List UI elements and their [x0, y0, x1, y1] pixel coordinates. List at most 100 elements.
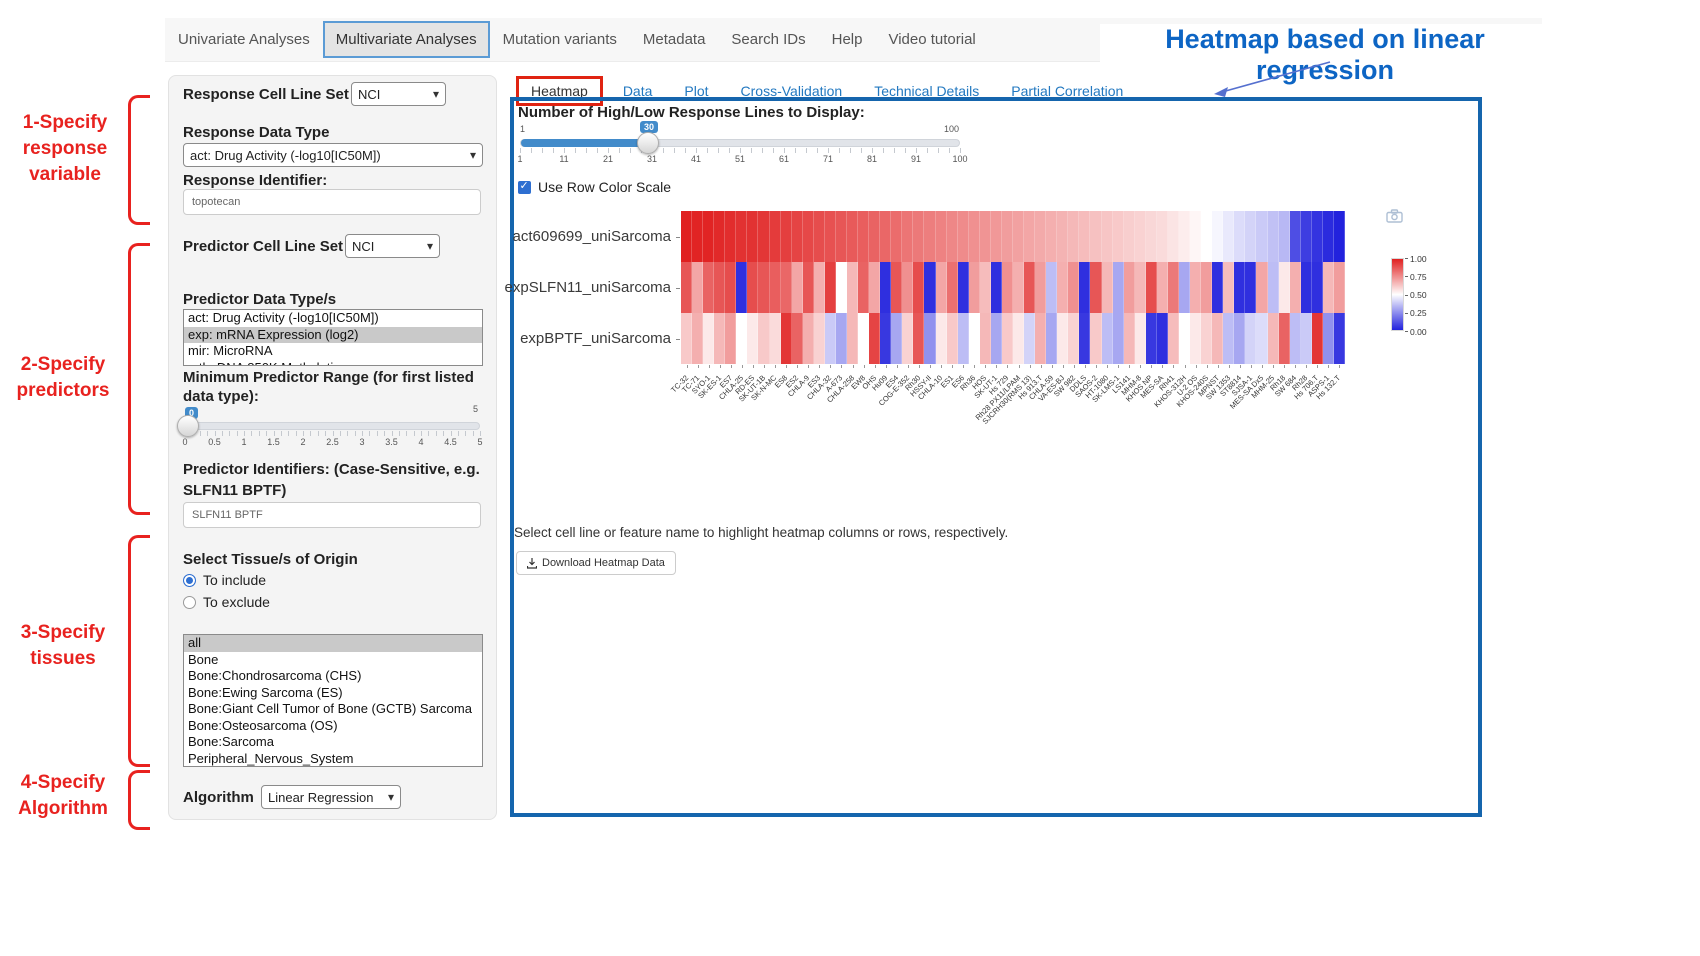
- legend-tick-label: 0.50: [1410, 290, 1427, 300]
- predictor-data-types-listbox[interactable]: act: Drug Activity (-log10[IC50M])exp: m…: [183, 309, 483, 366]
- predictor-identifiers-input[interactable]: SLFN11 BPTF: [183, 502, 481, 528]
- heatmap-cell: [1212, 313, 1223, 364]
- column-tick-mark: [886, 365, 887, 368]
- heatmap-cell: [969, 262, 980, 313]
- column-tick-mark: [1273, 365, 1274, 368]
- heatmap-cell: [947, 313, 958, 364]
- heatmap-cell: [814, 313, 825, 364]
- heatmap-cell: [1245, 262, 1256, 313]
- heatmap-cell: [725, 211, 736, 262]
- heatmap-cell: [880, 313, 891, 364]
- column-tick-mark: [952, 365, 953, 368]
- algorithm-label: Algorithm: [183, 789, 254, 806]
- heatmap-cell: [1234, 262, 1245, 313]
- heatmap-cell: [924, 262, 935, 313]
- tissue-option[interactable]: Peripheral_Nervous_System: [184, 751, 482, 768]
- camera-snapshot-icon[interactable]: [1386, 209, 1403, 223]
- tissue-option[interactable]: Bone:Sarcoma: [184, 734, 482, 751]
- predictor-data-type-option[interactable]: act: Drug Activity (-log10[IC50M]): [184, 310, 482, 327]
- heatmap-cell: [692, 211, 703, 262]
- heatmap-row-label[interactable]: expBPTF_uniSarcoma: [503, 330, 671, 347]
- column-tick-mark: [864, 365, 865, 368]
- heatmap-cell: [1279, 262, 1290, 313]
- heatmap-row-label[interactable]: expSLFN11_uniSarcoma: [503, 279, 671, 296]
- heatmap-cell: [714, 211, 725, 262]
- predictor-data-type-option[interactable]: mth: DNA 850K Methylation: [184, 360, 482, 367]
- heatmap-cell: [758, 313, 769, 364]
- tissue-option[interactable]: Bone:Ewing Sarcoma (ES): [184, 685, 482, 702]
- download-heatmap-data-button[interactable]: Download Heatmap Data: [516, 551, 676, 575]
- row-tick-mark: [676, 288, 680, 289]
- tissue-include-radio[interactable]: To include: [183, 572, 266, 588]
- heatmap-cell: [1046, 262, 1057, 313]
- nav-item-univariate-analyses[interactable]: Univariate Analyses: [165, 21, 323, 58]
- heatmap-cell: [1168, 211, 1179, 262]
- tissue-option[interactable]: all: [184, 635, 482, 652]
- heatmap-cell: [1312, 262, 1323, 313]
- column-tick-mark: [1019, 365, 1020, 368]
- column-tick-mark: [1328, 365, 1329, 368]
- lines-slider-track[interactable]: [520, 139, 960, 147]
- min-predictor-range-label: Minimum Predictor Range (for first liste…: [183, 368, 483, 406]
- response-data-type-select[interactable]: act: Drug Activity (-log10[IC50M]): [183, 143, 483, 167]
- heatmap-cell: [703, 262, 714, 313]
- heatmap-cell: [1157, 313, 1168, 364]
- nav-item-multivariate-analyses[interactable]: Multivariate Analyses: [323, 21, 490, 58]
- predictor-data-type-option[interactable]: exp: mRNA Expression (log2): [184, 327, 482, 344]
- controls-panel: Response Cell Line Set NCI Response Data…: [168, 75, 497, 820]
- lines-slider-ticklabels: 1112131415161718191100: [520, 154, 960, 168]
- lines-slider-handle[interactable]: [637, 132, 659, 154]
- heatmap-cell: [1013, 211, 1024, 262]
- column-tick-mark: [753, 365, 754, 368]
- heatmap-cell: [847, 313, 858, 364]
- heatmap-row-label[interactable]: act609699_uniSarcoma: [503, 228, 671, 245]
- predictor-data-type-option[interactable]: mir: MicroRNA: [184, 343, 482, 360]
- heatmap-cell: [1245, 211, 1256, 262]
- lines-slider-tick: 11: [559, 154, 568, 164]
- heatmap-cell: [1256, 313, 1267, 364]
- heatmap-cell: [1190, 313, 1201, 364]
- annotation-step-4: 4-Specify Algorithm: [2, 770, 124, 822]
- tissue-option[interactable]: Bone:Giant Cell Tumor of Bone (GCTB) Sar…: [184, 701, 482, 718]
- lines-slider-tick: 100: [952, 154, 967, 164]
- column-tick-mark: [687, 365, 688, 368]
- heatmap-cell: [1046, 313, 1057, 364]
- tissue-option[interactable]: Bone:Chondrosarcoma (CHS): [184, 668, 482, 685]
- column-tick-mark: [764, 365, 765, 368]
- nav-item-search-ids[interactable]: Search IDs: [718, 21, 818, 58]
- tissues-listbox[interactable]: allBoneBone:Chondrosarcoma (CHS)Bone:Ewi…: [183, 634, 483, 767]
- heatmap-cell: [681, 262, 692, 313]
- column-tick-mark: [1140, 365, 1141, 368]
- bracket-1: [128, 95, 150, 225]
- heatmap-cell: [781, 211, 792, 262]
- nav-item-metadata[interactable]: Metadata: [630, 21, 719, 58]
- response-cell-line-set-select[interactable]: NCI: [351, 82, 446, 106]
- nav-item-help[interactable]: Help: [819, 21, 876, 58]
- predictor-data-types-label: Predictor Data Type/s: [183, 291, 336, 308]
- column-tick-mark: [775, 365, 776, 368]
- response-cell-line-set-label: Response Cell Line Set: [183, 86, 349, 103]
- heatmap-cell: [1013, 262, 1024, 313]
- legend-tick-mark: [1405, 258, 1408, 259]
- predictor-identifiers-label: Predictor Identifiers: (Case-Sensitive, …: [183, 459, 483, 501]
- min-range-slider-handle[interactable]: [177, 415, 199, 437]
- heatmap-cell: [736, 313, 747, 364]
- column-tick-mark: [830, 365, 831, 368]
- response-identifier-input[interactable]: topotecan: [183, 189, 481, 215]
- algorithm-select[interactable]: Linear Regression: [261, 785, 401, 809]
- heatmap-cell: [991, 313, 1002, 364]
- heatmap-cell: [1057, 211, 1068, 262]
- predictor-cell-line-set-select[interactable]: NCI: [345, 234, 440, 258]
- tissue-exclude-radio[interactable]: To exclude: [183, 594, 270, 610]
- column-tick-mark: [941, 365, 942, 368]
- heatmap-cell: [1146, 262, 1157, 313]
- heatmap-cell: [936, 262, 947, 313]
- nav-item-video-tutorial[interactable]: Video tutorial: [875, 21, 988, 58]
- heatmap-cell: [1268, 262, 1279, 313]
- tissue-option[interactable]: Bone:Osteosarcoma (OS): [184, 718, 482, 735]
- column-tick-mark: [1030, 365, 1031, 368]
- min-range-slider-track[interactable]: [185, 422, 480, 430]
- tissue-option[interactable]: Bone: [184, 652, 482, 669]
- nav-item-mutation-variants[interactable]: Mutation variants: [490, 21, 630, 58]
- row-color-scale-checkbox[interactable]: [518, 181, 531, 194]
